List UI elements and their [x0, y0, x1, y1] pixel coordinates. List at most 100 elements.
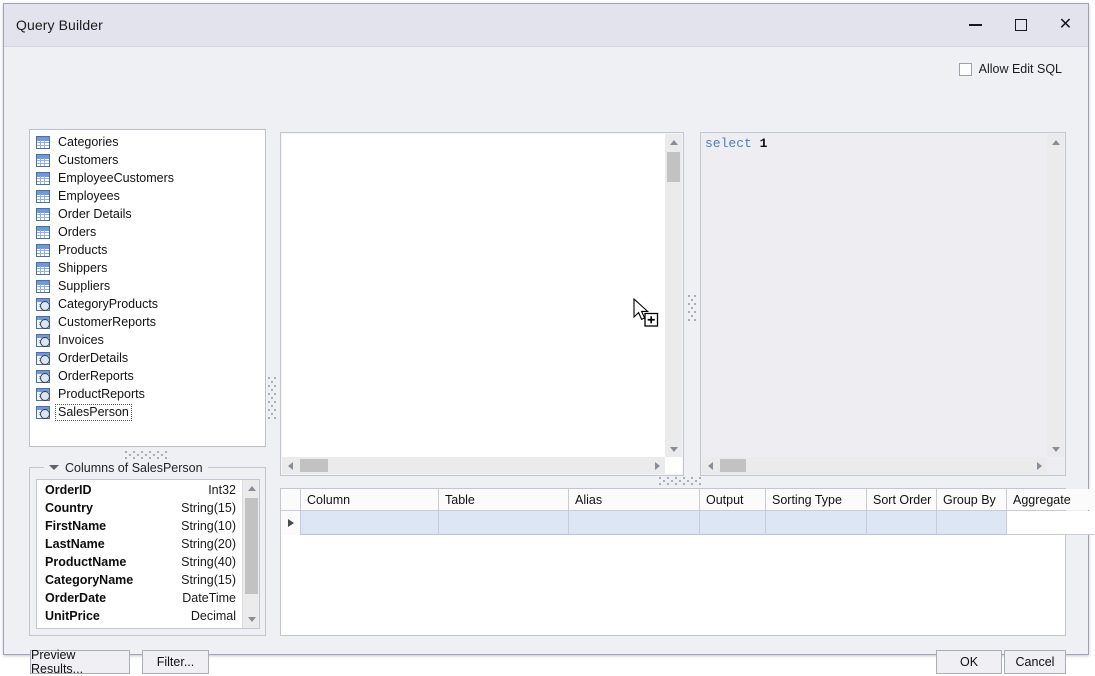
grid-cell[interactable]	[1007, 511, 1095, 535]
column-row[interactable]: Country String(15)	[37, 499, 242, 517]
column-name: LastName	[45, 537, 105, 551]
columns-scroll-thumb[interactable]	[245, 498, 258, 594]
grid-cell[interactable]	[766, 511, 867, 535]
arrow-left-icon	[708, 461, 713, 470]
list-item[interactable]: OrderReports	[30, 367, 265, 385]
columns-vertical-scrollbar[interactable]	[242, 480, 259, 628]
list-item[interactable]: CategoryProducts	[30, 295, 265, 313]
table-row[interactable]	[281, 511, 1095, 535]
column-header[interactable]: Sorting Type	[766, 489, 867, 510]
column-name: Country	[45, 501, 93, 515]
list-item[interactable]: Suppliers	[30, 277, 265, 295]
grid-cell[interactable]	[700, 511, 766, 535]
sql-scroll-up-button[interactable]	[1047, 134, 1064, 151]
row-pointer-icon	[287, 519, 294, 527]
sql-horizontal-scrollbar[interactable]	[702, 457, 1048, 474]
row-selector[interactable]	[281, 511, 301, 535]
list-item[interactable]: Orders	[30, 223, 265, 241]
grid-splitter-grip[interactable]	[659, 477, 703, 485]
list-item[interactable]: Customers	[30, 151, 265, 169]
table-icon	[36, 243, 50, 257]
maximize-button[interactable]	[998, 4, 1043, 46]
grid-cell[interactable]	[569, 511, 700, 535]
sql-scroll-right-button[interactable]	[1031, 457, 1048, 474]
columns-scroll-up-button[interactable]	[243, 480, 259, 497]
list-item[interactable]: EmployeeCustomers	[30, 169, 265, 187]
allow-edit-sql-row[interactable]: Allow Edit SQL	[958, 62, 1062, 76]
column-header[interactable]: Column	[301, 489, 439, 510]
column-row[interactable]: UnitPrice Decimal	[37, 607, 242, 625]
arrow-up-icon	[1051, 140, 1060, 145]
column-header[interactable]: Sort Order	[867, 489, 937, 510]
list-item[interactable]: Order Details	[30, 205, 265, 223]
cancel-button[interactable]: Cancel	[1004, 650, 1066, 674]
diagram-vertical-scrollbar[interactable]	[665, 134, 682, 458]
columns-scroll-down-button[interactable]	[243, 611, 259, 628]
list-item[interactable]: ProductReports	[30, 385, 265, 403]
window-controls: ✕	[953, 4, 1088, 46]
column-row[interactable]: LastName String(20)	[37, 535, 242, 553]
diagram-scroll-left-button[interactable]	[282, 457, 299, 474]
list-item[interactable]: Products	[30, 241, 265, 259]
list-item[interactable]: CustomerReports	[30, 313, 265, 331]
sql-editor-pane[interactable]: select 1	[700, 132, 1066, 476]
diagram-pane[interactable]	[280, 132, 684, 476]
column-type: String(10)	[181, 519, 236, 533]
maximize-icon	[1014, 19, 1027, 31]
diagram-hscroll-thumb[interactable]	[300, 459, 328, 472]
criteria-grid[interactable]: Column Table Alias Output Sorting Type Sort O…	[280, 488, 1095, 636]
column-type: String(15)	[181, 501, 236, 515]
left-right-splitter-grip[interactable]	[268, 377, 276, 421]
filter-button[interactable]: Filter...	[142, 650, 209, 674]
column-row[interactable]: OrderDate DateTime	[37, 589, 242, 607]
grid-cell[interactable]	[301, 511, 439, 535]
column-header[interactable]: Table	[439, 489, 569, 510]
column-row[interactable]: FirstName String(10)	[37, 517, 242, 535]
column-row[interactable]: CategoryName String(15)	[37, 571, 242, 589]
diagram-canvas[interactable]	[282, 134, 666, 458]
minimize-button[interactable]	[953, 4, 998, 46]
dialog-body: Allow Edit SQL Categories Customers Employ…	[4, 46, 1095, 676]
title-bar[interactable]: Query Builder ✕	[4, 4, 1088, 46]
sql-keyword: select	[705, 136, 752, 151]
close-button[interactable]: ✕	[1043, 4, 1088, 46]
sql-vertical-scrollbar[interactable]	[1047, 134, 1064, 458]
allow-edit-sql-checkbox[interactable]	[958, 62, 972, 76]
column-header[interactable]: Alias	[569, 489, 700, 510]
grid-cell[interactable]	[937, 511, 1007, 535]
sql-hscroll-thumb[interactable]	[720, 459, 746, 472]
column-header[interactable]: Group By	[937, 489, 1007, 510]
list-item[interactable]: SalesPerson	[30, 403, 265, 421]
left-panel-splitter-grip[interactable]	[125, 451, 169, 459]
preview-results-button[interactable]: Preview Results...	[30, 648, 130, 676]
column-name: CategoryName	[45, 573, 134, 587]
ok-button[interactable]: OK	[936, 650, 1002, 674]
list-item[interactable]: Invoices	[30, 331, 265, 349]
list-item[interactable]: OrderDetails	[30, 349, 265, 367]
table-icon	[36, 153, 50, 167]
diagram-horizontal-scrollbar[interactable]	[282, 457, 666, 474]
column-row[interactable]: ProductName String(40)	[37, 553, 242, 571]
diagram-sql-splitter-grip[interactable]	[688, 295, 696, 321]
list-item[interactable]: Categories	[30, 133, 265, 151]
column-row[interactable]: OrderID Int32	[37, 481, 242, 499]
sql-scroll-left-button[interactable]	[702, 457, 719, 474]
diagram-scroll-thumb[interactable]	[667, 152, 680, 182]
list-item[interactable]: Shippers	[30, 259, 265, 277]
grid-cell[interactable]	[867, 511, 937, 535]
sql-text[interactable]: select 1	[705, 136, 767, 151]
column-header[interactable]: Aggregate	[1007, 489, 1095, 510]
sql-scroll-down-button[interactable]	[1047, 441, 1064, 458]
columns-group-caption[interactable]: Columns of SalesPerson	[44, 460, 208, 475]
tables-and-views-list[interactable]: Categories Customers EmployeeCustomers Empl…	[29, 129, 266, 447]
grid-cell[interactable]	[439, 511, 569, 535]
diagram-scroll-right-button[interactable]	[649, 457, 666, 474]
diagram-scroll-down-button[interactable]	[665, 441, 682, 458]
diagram-scroll-up-button[interactable]	[665, 134, 682, 151]
column-header[interactable]: Output	[700, 489, 766, 510]
chevron-down-icon[interactable]	[49, 465, 59, 470]
list-item[interactable]: Employees	[30, 187, 265, 205]
columns-list[interactable]: OrderID Int32 Country String(15) FirstName St…	[36, 479, 260, 629]
table-icon	[36, 279, 50, 293]
list-item-label: CategoryProducts	[58, 296, 159, 311]
